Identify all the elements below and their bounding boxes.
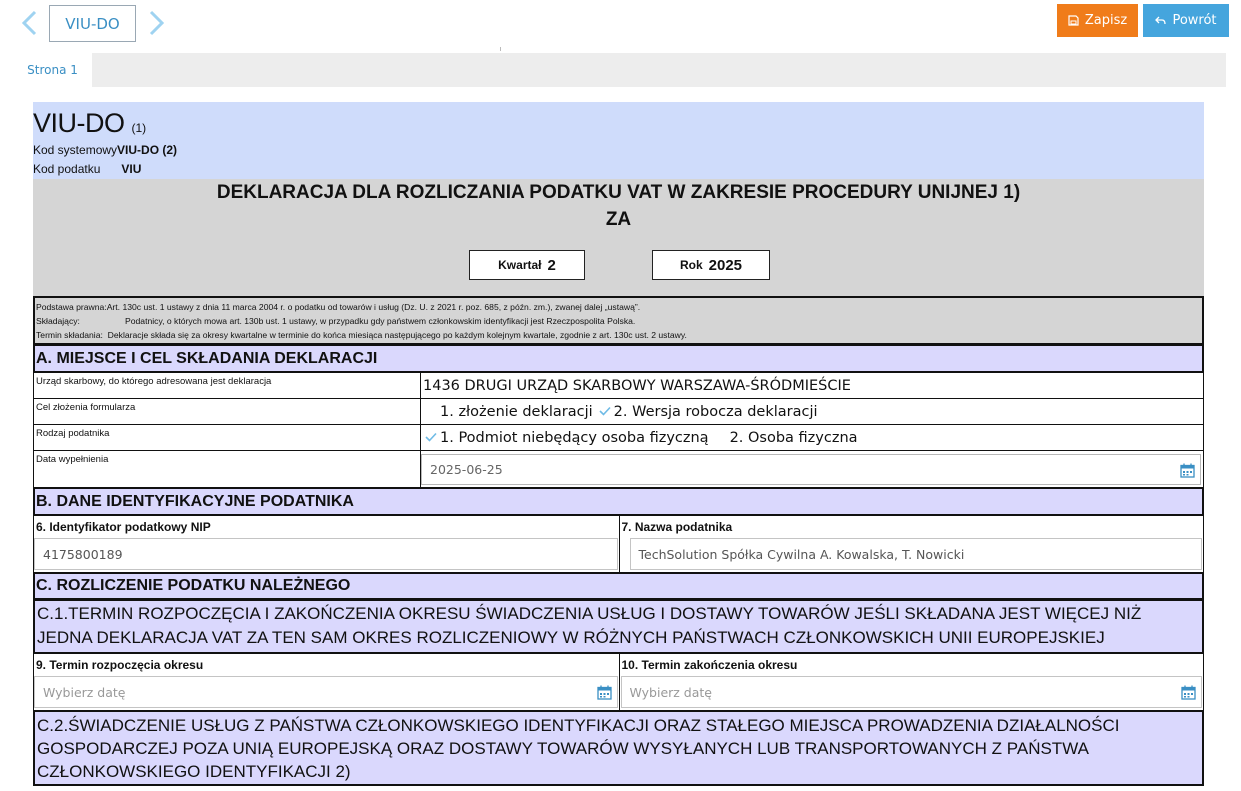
document-name-box: VIU-DO (49, 5, 136, 42)
taxpayer-type-option-1[interactable]: 1. Podmiot niebędący osoba fizyczną (423, 430, 709, 446)
section-c-title: C. ROZLICZENIE PODATKU NALEŻNEGO (33, 573, 1204, 600)
purpose-row: Cel złożenia formularza 1. złożenie dekl… (33, 399, 1204, 425)
form-title: VIU-DO (1) (33, 108, 147, 138)
form-version: (1) (131, 121, 147, 135)
declaration-title-za: ZA (605, 209, 632, 230)
check-icon[interactable] (597, 404, 612, 419)
back-arrow-icon (1155, 16, 1167, 25)
calendar-icon[interactable] (1180, 463, 1195, 478)
fill-date-row: Data wypełnienia 2025-06-25 (33, 451, 1204, 488)
declaration-header: DEKLARACJA DLA ROZLICZANIA PODATKU VAT W… (33, 179, 1204, 296)
period-start-label: 9. Termin rozpoczęcia okresu (36, 658, 204, 672)
back-button-label: Powrót (1172, 13, 1217, 28)
taxpayer-id-row: 6. Identyfikator podatkowy NIP 417580018… (33, 516, 1204, 573)
year-box[interactable]: Rok 2025 (652, 250, 770, 280)
tax-code-row: Kod podatku VIU (33, 162, 141, 176)
section-c2-title: C.2.ŚWIADCZENIE USŁUG Z PAŃSTWA CZŁONKOW… (33, 711, 1204, 786)
nip-label: 6. Identyfikator podatkowy NIP (36, 520, 211, 534)
save-button[interactable]: Zapisz (1057, 4, 1138, 37)
tax-code-value: VIU (121, 162, 142, 176)
checkbox-unchecked[interactable] (423, 404, 438, 419)
quarter-label: Kwartał (498, 258, 542, 272)
tab-strona-1[interactable]: Strona 1 (13, 53, 92, 87)
save-icon (1068, 15, 1079, 26)
calendar-icon[interactable] (596, 685, 612, 700)
tab-strip: Strona 1 (13, 53, 1226, 87)
submitter-line: Składający: Podatnicy, o których mowa art… (36, 316, 636, 326)
declaration-form: VIU-DO (1) Kod systemowyVIU-DO (2) Kod p… (33, 102, 1204, 786)
period-dates-row: 9. Termin rozpoczęcia okresu Wybierz dat… (33, 654, 1204, 711)
tax-office-row: Urząd skarbowy, do którego adresowana je… (33, 373, 1204, 399)
divider (500, 47, 501, 51)
fill-date-input[interactable]: 2025-06-25 (421, 454, 1201, 485)
tax-office-value[interactable]: 1436 DRUGI URZĄD SKARBOWY WARSZAWA-ŚRÓDM… (421, 373, 1203, 398)
form-header: VIU-DO (1) Kod systemowyVIU-DO (2) Kod p… (33, 102, 1204, 179)
checkbox-unchecked[interactable] (713, 430, 728, 445)
system-code-row: Kod systemowyVIU-DO (2) (33, 143, 177, 157)
period-end-label: 10. Termin zakończenia okresu (621, 658, 798, 672)
taxpayer-name-label: 7. Nazwa podatnika (621, 520, 733, 534)
nip-input[interactable]: 4175800189 (34, 538, 618, 570)
prev-page-arrow-icon[interactable] (20, 10, 38, 36)
section-c1-title: C.1.TERMIN ROZPOCZĘCIA I ZAKOŃCZENIA OKR… (33, 600, 1204, 654)
next-page-arrow-icon[interactable] (148, 10, 166, 36)
calendar-icon[interactable] (1181, 685, 1196, 700)
save-button-label: Zapisz (1084, 13, 1128, 28)
back-button[interactable]: Powrót (1143, 4, 1229, 37)
purpose-label: Cel złożenia formularza (34, 399, 421, 424)
quarter-value: 2 (547, 256, 556, 274)
system-code-label: Kod systemowy (33, 143, 118, 157)
legal-info-box: Podstawa prawna:Art. 130c ust. 1 ustawy … (33, 296, 1204, 345)
purpose-option-2[interactable]: 2. Wersja robocza deklaracji (597, 404, 818, 420)
quarter-box[interactable]: Kwartał 2 (469, 250, 585, 280)
legal-basis-line: Podstawa prawna:Art. 130c ust. 1 ustawy … (36, 302, 641, 312)
year-value: 2025 (708, 256, 743, 274)
taxpayer-name-input[interactable]: TechSolution Spółka Cywilna A. Kowalska,… (629, 538, 1202, 570)
purpose-option-1[interactable]: 1. złożenie deklaracji (423, 404, 593, 420)
period-end-input[interactable]: Wybierz datę (620, 676, 1202, 708)
taxpayer-type-row: Rodzaj podatnika 1. Podmiot niebędący os… (33, 425, 1204, 451)
section-b-title: B. DANE IDENTYFIKACYJNE PODATNIKA (33, 488, 1204, 516)
declaration-title: DEKLARACJA DLA ROZLICZANIA PODATKU VAT W… (216, 182, 1021, 203)
period-start-input[interactable]: Wybierz datę (34, 676, 618, 708)
taxpayer-type-label: Rodzaj podatnika (34, 425, 421, 450)
taxpayer-type-option-2[interactable]: 2. Osoba fizyczna (713, 430, 858, 446)
tax-code-label: Kod podatku (33, 162, 101, 176)
tax-office-label: Urząd skarbowy, do którego adresowana je… (34, 373, 421, 398)
system-code-value: VIU-DO (2) (117, 143, 178, 157)
deadline-line: Termin składania: Deklaracje składa się … (36, 330, 687, 340)
check-icon[interactable] (423, 430, 438, 445)
year-label: Rok (679, 258, 703, 272)
section-a-title: A. MIEJSCE I CEL SKŁADANIA DEKLARACJI (33, 345, 1204, 373)
fill-date-label: Data wypełnienia (34, 451, 421, 487)
